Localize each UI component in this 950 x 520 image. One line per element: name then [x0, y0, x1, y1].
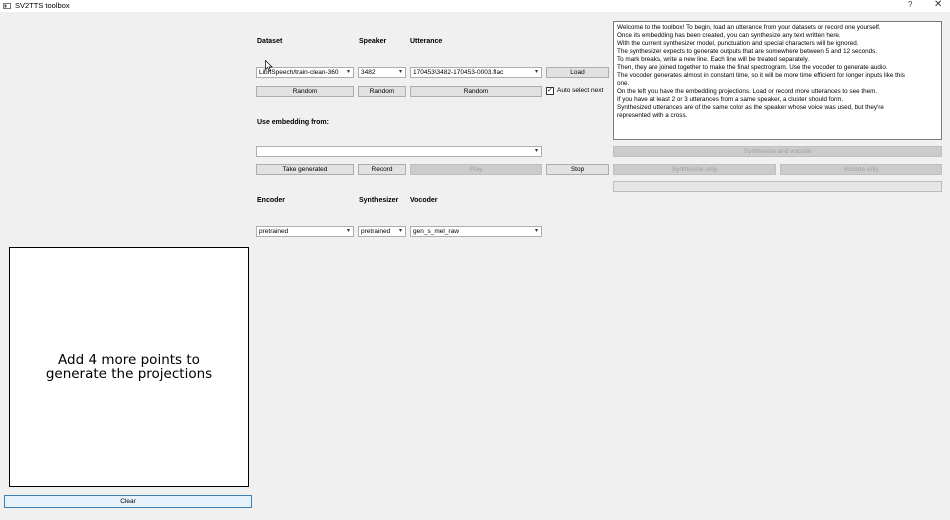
text-line: On the left you have the embedding proje… [617, 88, 878, 95]
random-utterance-button[interactable]: Random [410, 86, 542, 97]
vocode-only-button[interactable]: Vocode only [780, 164, 942, 175]
close-button[interactable]: ✕ [934, 0, 942, 10]
clear-button[interactable]: Clear [4, 495, 252, 508]
speaker-select[interactable]: 3482 ▾ [358, 67, 406, 78]
text-line: The synthesizer expects to generate outp… [617, 48, 878, 55]
window-title: SV2TTS toolbox [15, 1, 70, 10]
projections-panel: Add 4 more points to generate the projec… [9, 247, 249, 487]
vocoder-value: gen_s_mel_raw [413, 228, 459, 235]
help-button[interactable]: ? [908, 0, 912, 9]
chevron-down-icon: ▾ [346, 228, 350, 234]
synthesize-and-vocode-button[interactable]: Synthesize and vocode [613, 146, 942, 157]
stop-button[interactable]: Stop [546, 164, 609, 175]
progress-bar [613, 181, 942, 192]
random-dataset-button[interactable]: Random [256, 86, 354, 97]
chevron-down-icon: ▾ [534, 228, 538, 234]
speaker-value: 3482 [361, 69, 376, 76]
take-generated-button[interactable]: Take generated [256, 164, 354, 175]
random-speaker-button[interactable]: Random [358, 86, 406, 97]
chevron-down-icon: ▾ [534, 69, 538, 75]
record-button[interactable]: Record [358, 164, 406, 175]
encoder-label: Encoder [257, 197, 286, 204]
synthesize-only-button[interactable]: Synthesize only [613, 164, 776, 175]
projections-message: Add 4 more points to generate the projec… [45, 352, 213, 382]
vocoder-label: Vocoder [410, 197, 438, 204]
encoder-select[interactable]: pretrained ▾ [256, 226, 354, 237]
embedding-source-label: Use embedding from: [257, 119, 329, 126]
auto-select-checkbox[interactable]: ✓ [546, 87, 554, 95]
chevron-down-icon: ▾ [346, 69, 350, 75]
mouse-pointer-icon [265, 60, 273, 72]
text-line: With the current synthesizer model, punc… [617, 40, 859, 47]
utterance-value: 170453\3482-170453-0003.flac [413, 69, 504, 76]
text-line: represented with a cross. [617, 112, 688, 119]
embedding-select[interactable]: ▾ [256, 146, 542, 157]
vocoder-select[interactable]: gen_s_mel_raw ▾ [410, 226, 542, 237]
text-line: Welcome to the toolbox! To begin, load a… [617, 24, 881, 31]
synthesizer-label: Synthesizer [359, 197, 399, 204]
text-input[interactable]: Welcome to the toolbox! To begin, load a… [613, 21, 942, 140]
text-line: To mark breaks, write a new line. Each l… [617, 56, 810, 63]
window-icon [3, 3, 11, 9]
text-line: Synthesized utterances are of the same c… [617, 104, 884, 111]
chevron-down-icon: ▾ [398, 228, 402, 234]
chevron-down-icon: ▾ [398, 69, 402, 75]
utterance-select[interactable]: 170453\3482-170453-0003.flac ▾ [410, 67, 542, 78]
play-button[interactable]: Play [410, 164, 542, 175]
chevron-down-icon: ▾ [534, 148, 538, 154]
text-line: If you have at least 2 or 3 utterances f… [617, 96, 844, 103]
dataset-label: Dataset [257, 38, 283, 45]
speaker-label: Speaker [359, 38, 387, 45]
encoder-value: pretrained [259, 228, 289, 235]
title-bar: SV2TTS toolbox ? ✕ [0, 0, 950, 12]
synthesizer-select[interactable]: pretrained ▾ [358, 226, 406, 237]
text-line: The vocoder generates almost in constant… [617, 72, 905, 79]
auto-select-label: Auto select next [557, 87, 604, 94]
text-line: one. [617, 80, 630, 87]
synthesizer-value: pretrained [361, 228, 391, 235]
load-button[interactable]: Load [546, 67, 609, 78]
text-line: Once its embedding has been created, you… [617, 32, 841, 39]
text-line: Then, they are joined together to make t… [617, 64, 888, 71]
utterance-label: Utterance [410, 38, 443, 45]
